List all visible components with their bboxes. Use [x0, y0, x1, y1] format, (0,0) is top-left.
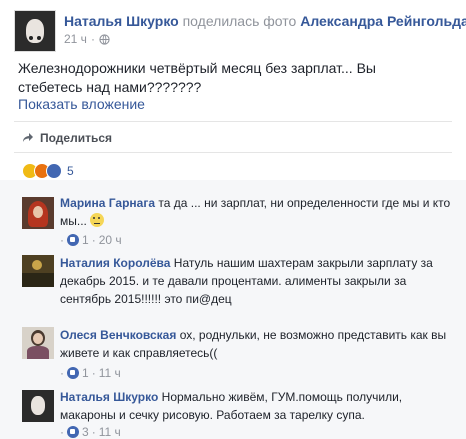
comment-time[interactable]: 11 ч	[99, 425, 121, 439]
comment-author[interactable]: Наталья Шкурко	[60, 390, 158, 404]
divider	[14, 121, 452, 122]
reaction-count: 5	[67, 164, 74, 178]
share-icon	[23, 133, 33, 142]
dot-separator: ·	[60, 366, 64, 380]
post-action-text: поделилась фото	[182, 13, 297, 29]
like-reaction-icon	[46, 163, 62, 179]
avatar-landscape	[22, 273, 54, 287]
comment-like-count: 1	[82, 366, 89, 380]
comment: Олеся Венчковская ох, роднульки, не возм…	[60, 326, 455, 362]
post-text: Железнодорожники четвёртый месяц без зар…	[18, 60, 376, 95]
comment: Марина Гарнага та да ... ни зарплат, ни …	[60, 194, 455, 230]
avatar-face	[26, 19, 44, 43]
dot-separator: ·	[90, 32, 95, 46]
comment-avatar[interactable]	[22, 390, 54, 422]
avatar-face	[33, 206, 43, 218]
comment-author[interactable]: Наталия Королёва	[60, 256, 170, 270]
avatar-face	[33, 333, 43, 344]
comments-section: Марина Гарнага та да ... ни зарплат, ни …	[0, 180, 466, 439]
dot-separator: ·	[91, 425, 96, 439]
dot-separator: ·	[91, 366, 96, 380]
dot-separator: ·	[91, 233, 96, 247]
smile-emoji-icon	[90, 213, 105, 227]
avatar-eye	[29, 36, 33, 40]
like-badge-icon[interactable]	[67, 367, 79, 379]
comment-like-count: 3	[82, 425, 89, 439]
like-badge-icon[interactable]	[67, 234, 79, 246]
post-meta: 21 ч ·	[64, 32, 110, 46]
avatar-face	[31, 396, 45, 415]
audience-globe-icon	[99, 33, 110, 45]
comment-time[interactable]: 20 ч	[99, 233, 122, 247]
comment-time[interactable]: 11 ч	[99, 366, 121, 380]
avatar-body	[27, 346, 49, 359]
comment-author[interactable]: Олеся Венчковская	[60, 328, 176, 342]
comment-avatar[interactable]	[22, 255, 54, 287]
reactions-summary[interactable]: 5	[22, 163, 74, 179]
comment-avatar[interactable]	[22, 197, 54, 229]
share-button[interactable]: Поделиться	[22, 131, 112, 145]
comment-like-count: 1	[82, 233, 89, 247]
post-author-name[interactable]: Наталья Шкурко	[64, 13, 179, 29]
post-author-avatar[interactable]	[14, 10, 56, 52]
shared-from-name[interactable]: Александра Рейнгольда.	[300, 13, 466, 29]
share-label: Поделиться	[40, 131, 113, 145]
comment: Наталия Королёва Натуль нашим шахтерам з…	[60, 254, 455, 308]
comment-meta: · 1 · 20 ч	[60, 233, 122, 247]
comment-author[interactable]: Марина Гарнага	[60, 196, 155, 210]
like-badge-icon[interactable]	[67, 426, 79, 438]
comment-avatar[interactable]	[22, 327, 54, 359]
comment-meta: · 1 · 11 ч	[60, 366, 121, 380]
avatar-eye	[37, 36, 41, 40]
divider	[14, 152, 452, 153]
post-header: Наталья Шкурко поделилась фото Александр…	[64, 13, 466, 29]
comment-meta: · 3 · 11 ч	[60, 425, 121, 439]
dot-separator: ·	[60, 233, 64, 247]
comment: Наталья Шкурко Нормально живём, ГУМ.помо…	[60, 388, 455, 424]
post-time[interactable]: 21 ч	[64, 32, 87, 46]
dot-separator: ·	[60, 425, 64, 439]
avatar-sun	[32, 260, 42, 270]
show-attachment-link[interactable]: Показать вложение	[18, 96, 145, 112]
